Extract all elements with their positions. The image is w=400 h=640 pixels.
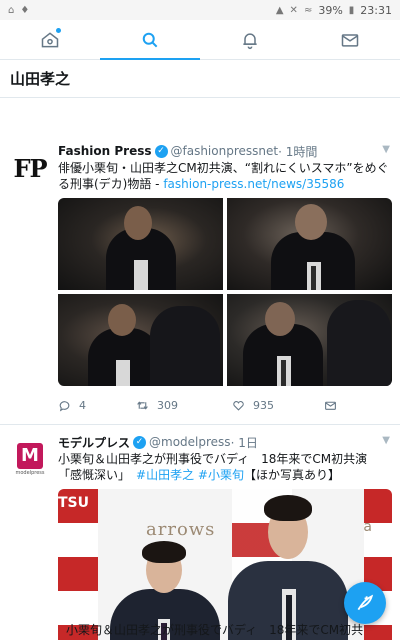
mail-icon [325, 401, 336, 410]
new-content-dot [56, 28, 61, 33]
tab-messages[interactable] [300, 20, 400, 59]
tab-home[interactable] [0, 20, 100, 59]
tweet[interactable]: FP Fashion Press ✓ @fashionpressnet · 1時… [0, 142, 400, 420]
search-icon [142, 32, 158, 47]
status-bar: ⌂ ♦ ▲ ✕ ≈ 39% ▮ 23:31 [0, 0, 400, 20]
tweet[interactable]: M modelpress モデルプレス ✓ @modelpress · 1日 ▼… [0, 433, 400, 640]
photo[interactable] [227, 294, 392, 386]
author-name[interactable]: Fashion Press [58, 144, 152, 158]
mute-icon: ✕ [289, 4, 298, 16]
backdrop-text: TSU [58, 495, 90, 511]
twitter-icon: ♦ [20, 4, 30, 16]
verified-badge-icon: ✓ [133, 435, 147, 449]
author-handle: @modelpress [149, 435, 231, 449]
tweet-body-start: 「感慨深い」 [58, 468, 137, 482]
tab-notifications[interactable] [200, 20, 300, 59]
retweet-count: 309 [157, 398, 178, 412]
mail-icon [341, 33, 359, 47]
clock: 23:31 [360, 3, 392, 17]
like-count: 935 [253, 398, 274, 412]
photo[interactable] [227, 198, 392, 290]
search-query-title[interactable]: 山田孝之 [0, 60, 400, 98]
battery-icon: ▮ [348, 4, 355, 16]
retweet-button[interactable]: 309 [136, 399, 232, 412]
retweet-icon [137, 400, 148, 410]
photo-caption: 小栗旬＆山田孝之が刑事役でバディ 18年来でCM初共 [66, 623, 364, 637]
modelpress-logo: M [17, 442, 43, 469]
tab-bar [0, 20, 400, 60]
photo[interactable] [58, 294, 223, 386]
dm-share-button[interactable] [324, 399, 337, 412]
like-button[interactable]: 935 [232, 399, 324, 412]
bell-icon [243, 32, 257, 49]
tweet-text: 小栗旬＆山田孝之が刑事役でバディ 18年来でCM初共演 「感慨深い」 #山田孝之… [58, 451, 390, 483]
photo[interactable]: TSU arrows a [58, 489, 392, 640]
chevron-down-icon[interactable]: ▼ [382, 435, 390, 446]
verified-badge-icon: ✓ [154, 144, 168, 158]
signal-icon: ▲ [275, 4, 284, 16]
reply-icon [59, 400, 70, 412]
reply-count: 4 [79, 398, 86, 412]
tab-search[interactable] [100, 20, 200, 60]
tweet-time: · 1日 [230, 435, 258, 450]
tweet-body-line2: 「感慨深い」 #山田孝之 #小栗旬【ほか写真あり】 [58, 467, 390, 483]
backdrop-brand: arrows [146, 519, 216, 540]
tweet-header: モデルプレス ✓ @modelpress · 1日 [58, 433, 390, 451]
compose-icon [357, 594, 374, 611]
author-name[interactable]: モデルプレス [58, 434, 130, 451]
reply-button[interactable]: 4 [58, 399, 136, 412]
hashtag-links[interactable]: #山田孝之 #小栗旬 [136, 468, 244, 482]
divider [0, 424, 400, 425]
tweet-time: · 1時間 [278, 144, 318, 159]
avatar[interactable]: M modelpress [8, 437, 52, 481]
backdrop-pattern [58, 489, 98, 640]
wifi-icon: ≈ [303, 4, 313, 16]
avatar[interactable]: FP [8, 146, 52, 190]
battery-percent: 39% [318, 3, 343, 17]
tweet-header: Fashion Press ✓ @fashionpressnet · 1時間 [58, 142, 390, 160]
spacer [0, 98, 400, 142]
author-handle: @fashionpressnet [170, 144, 279, 158]
heart-icon [233, 400, 244, 411]
person [228, 489, 348, 640]
tweet-link[interactable]: fashion-press.net/news/35586 [163, 177, 344, 191]
photo-grid [58, 198, 392, 386]
backdrop-text: a [363, 519, 372, 535]
compose-tweet-button[interactable] [344, 582, 386, 624]
avatar-caption: modelpress [15, 469, 45, 476]
chevron-down-icon[interactable]: ▼ [382, 144, 390, 155]
tweet-text: 俳優小栗旬・山田孝之CM初共演、“割れにくいスマホ”をめぐる刑事(デカ)物語 -… [58, 160, 390, 192]
tweet-actions: 4 309 935 [58, 390, 390, 420]
photo[interactable] [58, 198, 223, 290]
tweet-body-end: 【ほか写真あり】 [243, 468, 340, 482]
tweet-body-line1: 小栗旬＆山田孝之が刑事役でバディ 18年来でCM初共演 [58, 452, 368, 466]
home-icon: ⌂ [8, 4, 15, 16]
